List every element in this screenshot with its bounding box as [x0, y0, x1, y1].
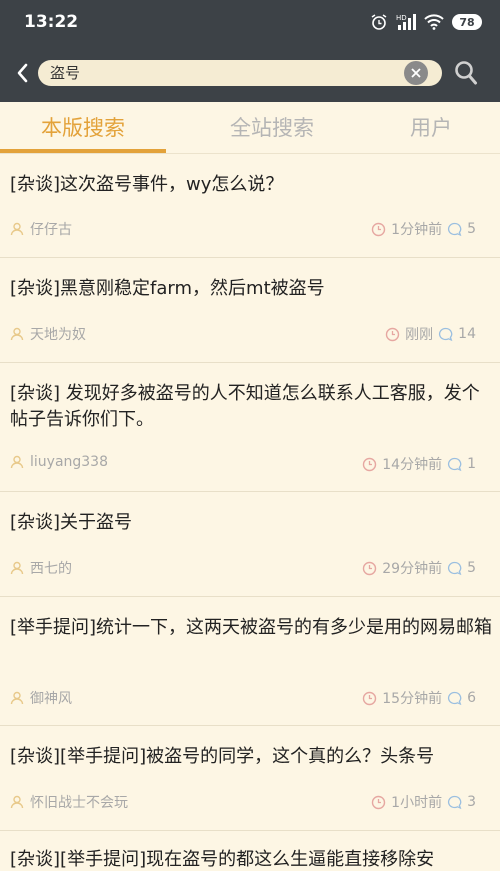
post-meta: 御神风 15分钟前 6	[10, 688, 476, 708]
list-item[interactable]: [杂谈]黑意刚稳定farm，然后mt被盗号 天地为奴 刚刚 14	[0, 258, 500, 363]
post-meta: 西七的 29分钟前 5	[10, 558, 476, 578]
post-replies: 3	[467, 794, 476, 810]
post-replies: 5	[467, 560, 476, 576]
tab-users[interactable]: 用户	[348, 102, 500, 154]
clock-icon	[363, 691, 377, 705]
post-meta: 天地为奴 刚刚 14	[10, 324, 476, 344]
post-meta: liuyang338 14分钟前 1	[10, 454, 476, 474]
clock-icon	[371, 795, 386, 809]
list-item[interactable]: [举手提问]统计一下，这两天被盗号的有多少是用的网易邮箱 御神风 15分钟前 6	[0, 597, 500, 726]
list-item[interactable]: [杂谈]关于盗号 西七的 29分钟前 5	[0, 492, 500, 597]
list-item[interactable]: [杂谈] 发现好多被盗号的人不知道怎么联系人工客服，发个帖子告诉你们下。 liu…	[0, 363, 500, 492]
user-icon	[10, 222, 24, 236]
battery-indicator: 78	[452, 14, 482, 30]
clock-icon	[371, 222, 386, 236]
post-time: 14分钟前	[382, 457, 443, 473]
status-bar: 13:22 HD 78	[0, 0, 500, 46]
clear-search-button[interactable]	[404, 61, 428, 85]
list-item[interactable]: [杂谈]这次盗号事件，wy怎么说？ 仔仔古 1分钟前 5	[0, 154, 500, 258]
comment-icon	[448, 457, 462, 471]
post-author: liuyang338	[30, 454, 108, 470]
post-author: 御神风	[30, 691, 72, 707]
status-icons: HD 78	[370, 12, 482, 32]
post-meta: 仔仔古 1分钟前 5	[10, 219, 476, 239]
comment-icon	[448, 691, 462, 705]
list-item[interactable]: [杂谈][举手提问]被盗号的同学，这个真的么？头条号 怀旧战士不会玩 1小时前 …	[0, 726, 500, 831]
signal-icon: HD	[396, 14, 416, 30]
tab-board-search[interactable]: 本版搜索	[0, 102, 166, 154]
svg-text:HD: HD	[396, 14, 407, 22]
post-meta: 怀旧战士不会玩 1小时前 3	[10, 792, 476, 812]
post-time: 1分钟前	[391, 222, 443, 238]
comment-icon	[448, 795, 462, 809]
post-title: [杂谈] 发现好多被盗号的人不知道怎么联系人工客服，发个帖子告诉你们下。	[10, 383, 480, 430]
search-icon[interactable]	[454, 60, 478, 86]
post-author: 怀旧战士不会玩	[30, 795, 128, 811]
comment-icon	[448, 561, 462, 575]
clock-icon	[385, 327, 400, 341]
post-time: 刚刚	[405, 327, 434, 343]
post-title: [杂谈]关于盗号	[10, 512, 133, 533]
post-time: 1小时前	[391, 795, 443, 811]
user-icon	[10, 795, 24, 809]
post-title: [杂谈]这次盗号事件，wy怎么说？	[10, 174, 284, 195]
post-author: 天地为奴	[30, 327, 86, 343]
user-icon	[10, 561, 24, 575]
post-author: 仔仔古	[30, 222, 72, 238]
search-input[interactable]: 盗号	[38, 60, 442, 86]
user-icon	[10, 327, 24, 341]
clock-icon	[363, 457, 377, 471]
comment-icon	[448, 222, 462, 236]
wifi-icon	[424, 14, 444, 30]
post-replies: 14	[458, 326, 476, 342]
back-icon[interactable]	[12, 60, 34, 86]
close-icon	[411, 68, 421, 78]
post-replies: 5	[467, 221, 476, 237]
search-tabs: 本版搜索 全站搜索 用户	[0, 102, 500, 154]
post-replies: 1	[467, 456, 476, 472]
user-icon	[10, 691, 24, 705]
comment-icon	[439, 327, 453, 341]
post-time: 29分钟前	[382, 561, 443, 577]
alarm-icon	[371, 14, 387, 30]
active-tab-indicator	[0, 149, 166, 153]
post-title: [杂谈]黑意刚稳定farm，然后mt被盗号	[10, 278, 325, 299]
status-time: 13:22	[24, 12, 79, 32]
post-title: [举手提问]统计一下，这两天被盗号的有多少是用的网易邮箱	[10, 617, 493, 638]
clock-icon	[363, 561, 377, 575]
post-title: [杂谈][举手提问]现在盗号的都这么生逼能直接移除安	[10, 849, 435, 870]
tab-site-search[interactable]: 全站搜索	[189, 102, 355, 154]
post-title: [杂谈][举手提问]被盗号的同学，这个真的么？头条号	[10, 746, 435, 767]
post-author: 西七的	[30, 561, 72, 577]
post-replies: 6	[467, 690, 476, 706]
user-icon	[10, 455, 24, 469]
post-time: 15分钟前	[382, 691, 443, 707]
list-item[interactable]: [杂谈][举手提问]现在盗号的都这么生逼能直接移除安	[0, 831, 500, 871]
